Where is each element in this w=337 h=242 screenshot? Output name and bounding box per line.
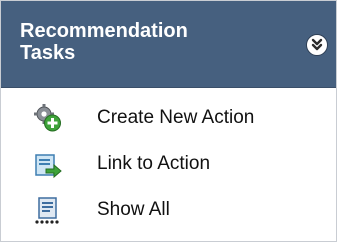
document-list-icon [35, 197, 59, 224]
collapse-button[interactable] [306, 34, 328, 56]
gear-plus-icon [34, 104, 61, 132]
recommendation-tasks-panel: Recommendation Tasks Create New Action L… [0, 0, 337, 242]
double-chevron-down-icon [311, 38, 323, 51]
task-create-new-action[interactable]: Create New Action [1, 96, 336, 142]
panel-title-line2: Tasks [20, 42, 76, 64]
task-label: Create New Action [97, 107, 255, 128]
panel-title: Recommendation Tasks [20, 20, 260, 64]
task-label: Link to Action [97, 153, 211, 174]
link-document-icon [35, 154, 62, 179]
task-show-all[interactable]: Show All [1, 188, 336, 234]
panel-title-line1: Recommendation [20, 20, 188, 42]
task-link-to-action[interactable]: Link to Action [1, 142, 336, 188]
panel-header: Recommendation Tasks [1, 1, 336, 88]
task-label: Show All [97, 199, 170, 220]
